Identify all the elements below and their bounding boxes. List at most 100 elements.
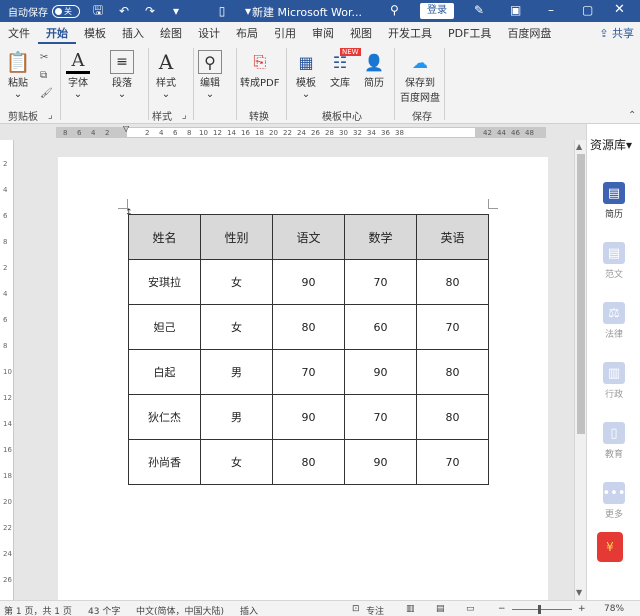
page-count[interactable]: 第 1 页，共 1 页 — [4, 604, 72, 616]
menu-item[interactable]: 设计 — [190, 24, 228, 44]
maximize-icon[interactable]: ▢ — [582, 3, 593, 17]
resource-pane-title[interactable]: 资源库▾ — [590, 136, 632, 153]
menu-item[interactable]: 视图 — [342, 24, 380, 44]
menu-item[interactable]: 插入 — [114, 24, 152, 44]
word-count[interactable]: 43 个字 — [88, 604, 120, 616]
table-header-cell[interactable]: 姓名 — [128, 214, 201, 260]
menu-item[interactable]: 百度网盘 — [499, 24, 559, 44]
resource-item[interactable]: ▤ 简历 — [587, 182, 640, 220]
scroll-thumb[interactable] — [577, 154, 585, 434]
dialog-launcher-icon[interactable]: ⌟ — [182, 110, 187, 121]
autosave-toggle[interactable]: 关 — [52, 4, 80, 18]
resource-item[interactable]: ▤ 范文 — [587, 242, 640, 280]
web-layout-icon[interactable]: ▭ — [466, 604, 475, 614]
menu-item[interactable]: 布局 — [228, 24, 266, 44]
table-cell[interactable]: 男 — [200, 394, 273, 440]
dialog-launcher-icon[interactable]: ⌟ — [48, 110, 53, 121]
ruler-strip[interactable]: 8 6 4 2 2 4 6 8 10 12 14 16 18 20 22 24 26 28 30 32 34 36 38 42… — [56, 127, 546, 138]
login-button[interactable]: 登录 — [420, 3, 454, 19]
table-header-cell[interactable]: 数学 — [344, 214, 417, 260]
print-layout-icon[interactable]: ▤ — [436, 604, 445, 614]
zoom-out-icon[interactable]: − — [498, 604, 506, 614]
table-cell[interactable]: 狄仁杰 — [128, 394, 201, 440]
table-cell[interactable]: 白起 — [128, 349, 201, 395]
menu-item[interactable]: 审阅 — [304, 24, 342, 44]
table-cell[interactable]: 男 — [200, 349, 273, 395]
share-button[interactable]: ⇪ 共享 — [599, 25, 634, 41]
table-header-cell[interactable]: 语文 — [272, 214, 345, 260]
table-cell[interactable]: 70 — [416, 439, 489, 485]
red-envelope-icon[interactable]: ¥ — [597, 532, 623, 562]
zoom-slider-track[interactable] — [512, 609, 572, 610]
table-cell[interactable]: 女 — [200, 304, 273, 350]
table-cell[interactable]: 70 — [416, 304, 489, 350]
table-cell[interactable]: 80 — [272, 304, 345, 350]
table-cell[interactable]: 安琪拉 — [128, 259, 201, 305]
table-cell[interactable]: 70 — [344, 394, 417, 440]
file-icon[interactable]: ▯ — [214, 4, 230, 18]
table-cell[interactable]: 90 — [272, 259, 345, 305]
vertical-scrollbar[interactable]: ▲ ▼ — [574, 140, 586, 600]
zoom-in-icon[interactable]: + — [578, 604, 586, 614]
document-area[interactable]: ↕ 姓名 性别 语文 数学 英语 安琪拉女 90 70 80 妲己女 80 60 70 白起男 70 90 80… — [14, 140, 574, 600]
table-cell[interactable]: 90 — [272, 394, 345, 440]
table-cell[interactable]: 孙尚香 — [128, 439, 201, 485]
table-cell[interactable]: 80 — [272, 439, 345, 485]
scroll-down-icon[interactable]: ▼ — [576, 588, 582, 597]
focus-icon[interactable]: ⊡ — [352, 604, 360, 614]
save-icon[interactable]: 🖫 — [90, 1, 106, 22]
font-button[interactable]: A 字体 ⌄ — [66, 50, 90, 100]
menu-item[interactable]: 绘图 — [152, 24, 190, 44]
copy-icon[interactable]: ⧉ — [40, 70, 47, 81]
table-cell[interactable]: 女 — [200, 439, 273, 485]
table-cell[interactable]: 90 — [344, 349, 417, 395]
resource-item[interactable]: ••• 更多 — [587, 482, 640, 520]
search-icon[interactable]: ⚲ — [390, 3, 399, 17]
language[interactable]: 中文(简体，中国大陆) — [136, 604, 224, 616]
focus-label[interactable]: 专注 — [366, 604, 384, 616]
collapse-ribbon-icon[interactable]: ⌃ — [628, 110, 636, 121]
resume-button[interactable]: 👤 简历 — [362, 50, 386, 90]
pen-icon[interactable]: ✎ — [474, 3, 484, 17]
undo-icon[interactable]: ↶ — [116, 4, 132, 18]
zoom-level[interactable]: 78% — [604, 604, 624, 614]
table-cell[interactable]: 女 — [200, 259, 273, 305]
indent-marker-icon[interactable]: ▽ — [123, 124, 129, 133]
table-cell[interactable]: 70 — [344, 259, 417, 305]
template-button[interactable]: ▦ 模板 ⌄ — [294, 50, 318, 101]
menu-item[interactable]: PDF工具 — [440, 24, 499, 44]
table-header-cell[interactable]: 英语 — [416, 214, 489, 260]
menu-item[interactable]: 引用 — [266, 24, 304, 44]
table-cell[interactable]: 70 — [272, 349, 345, 395]
cut-icon[interactable]: ✂ — [40, 52, 48, 63]
menu-item[interactable]: 开始 — [38, 24, 76, 44]
table-cell[interactable]: 90 — [344, 439, 417, 485]
paragraph-button[interactable]: ≡ 段落 ⌄ — [110, 50, 134, 100]
table-cell[interactable]: 80 — [416, 259, 489, 305]
vertical-ruler[interactable]: 2 4 6 8 2 4 6 8 10 12 14 16 18 20 22 24 26 — [0, 140, 14, 600]
format-painter-icon[interactable]: 🖌 — [40, 88, 53, 99]
customize-quick-access-icon[interactable]: ▾ — [168, 4, 184, 18]
read-mode-icon[interactable]: ▥ — [406, 604, 415, 614]
minimize-icon[interactable]: – — [548, 3, 554, 17]
data-table[interactable]: 姓名 性别 语文 数学 英语 安琪拉女 90 70 80 妲己女 80 60 70 白起男 70 90 80 狄仁… — [128, 214, 489, 485]
table-cell[interactable]: 妲己 — [128, 304, 201, 350]
menu-item[interactable]: 文件 — [0, 24, 38, 44]
table-cell[interactable]: 80 — [416, 349, 489, 395]
redo-icon[interactable]: ↷ — [142, 4, 158, 18]
paste-button[interactable]: 📋 粘贴 ⌄ — [6, 50, 31, 100]
menu-item[interactable]: 开发工具 — [380, 24, 440, 44]
scroll-up-icon[interactable]: ▲ — [576, 142, 582, 151]
resource-item[interactable]: ▯ 教育 — [587, 422, 640, 460]
table-cell[interactable]: 60 — [344, 304, 417, 350]
close-icon[interactable]: ✕ — [614, 2, 625, 17]
insert-mode[interactable]: 插入 — [240, 604, 258, 616]
resource-item[interactable]: ⚖ 法律 — [587, 302, 640, 340]
to-pdf-button[interactable]: ⎘ 转成PDF — [240, 50, 279, 89]
ribbon-display-icon[interactable]: ▣ — [510, 3, 521, 17]
editing-button[interactable]: ⚲ 编辑 ⌄ — [198, 50, 222, 100]
table-cell[interactable]: 80 — [416, 394, 489, 440]
table-header-cell[interactable]: 性别 — [200, 214, 273, 260]
save-baidu-button[interactable]: ☁ 保存到 百度网盘 — [400, 50, 440, 105]
menu-item[interactable]: 模板 — [76, 24, 114, 44]
